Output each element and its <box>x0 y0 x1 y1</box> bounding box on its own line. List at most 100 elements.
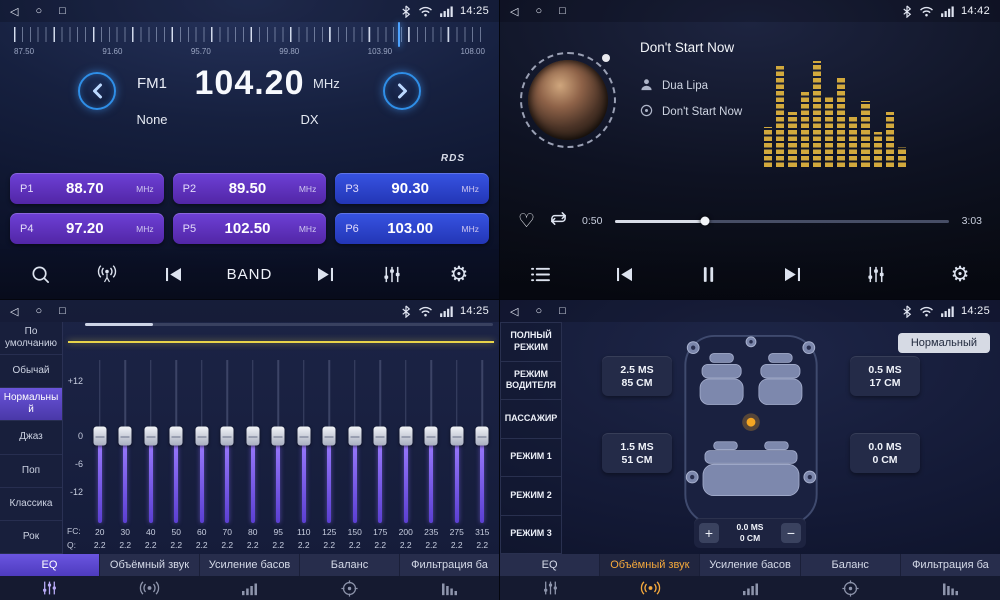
eq-band-slider[interactable] <box>470 358 496 525</box>
eq-slider-knob[interactable] <box>93 427 106 446</box>
sound-profile-button[interactable]: Нормальный <box>898 333 990 353</box>
preset-p5[interactable]: P5102.50MHz <box>173 213 327 244</box>
next-station-button[interactable] <box>313 267 339 282</box>
eq-band-slider[interactable] <box>189 358 215 525</box>
mode-1[interactable]: РЕЖИМ 1 <box>500 439 562 478</box>
tab-surround[interactable]: Объёмный звук <box>100 554 200 576</box>
balance-icon[interactable] <box>800 580 900 597</box>
nav-recents-icon[interactable]: □ <box>59 305 66 318</box>
nav-back-icon[interactable]: ◁ <box>510 305 518 318</box>
eq-band-slider[interactable] <box>419 358 445 525</box>
preset-p4[interactable]: P497.20MHz <box>10 213 164 244</box>
tab-surround[interactable]: Объёмный звук <box>600 554 700 576</box>
mode-driver[interactable]: РЕЖИМ ВОДИТЕЛЯ <box>500 362 562 401</box>
frequency-ruler[interactable]: 87.50 91.60 95.70 99.80 103.90 108.00 <box>14 27 485 61</box>
preset-p1[interactable]: P188.70MHz <box>10 173 164 204</box>
eq-horizontal-scrollbar[interactable] <box>85 323 493 326</box>
tab-filter[interactable]: Фильтрация ба <box>901 554 1000 576</box>
delay-decrease-button[interactable]: − <box>781 523 801 543</box>
eq-band-slider[interactable] <box>342 358 368 525</box>
mode-2[interactable]: РЕЖИМ 2 <box>500 477 562 516</box>
eq-sliders-icon[interactable] <box>0 580 100 596</box>
settings-gear-icon[interactable]: ⚙ <box>947 264 973 285</box>
eq-slider-knob[interactable] <box>348 427 361 446</box>
tab-bass-boost[interactable]: Усиление басов <box>700 554 800 576</box>
eq-slider-knob[interactable] <box>323 427 336 446</box>
tab-balance[interactable]: Баланс <box>300 554 400 576</box>
broadcast-antenna-icon[interactable] <box>94 264 120 284</box>
eq-band-slider[interactable] <box>113 358 139 525</box>
nav-home-icon[interactable]: ○ <box>535 5 542 18</box>
delay-front-left[interactable]: 2.5 MS 85 CM <box>602 356 672 396</box>
eq-slider-knob[interactable] <box>450 427 463 446</box>
eq-band-slider[interactable] <box>266 358 292 525</box>
settings-gear-icon[interactable]: ⚙ <box>446 264 472 285</box>
balance-icon[interactable] <box>299 580 399 597</box>
eq-slider-knob[interactable] <box>297 427 310 446</box>
preset-p6[interactable]: P6103.00MHz <box>335 213 489 244</box>
eq-sliders-icon[interactable] <box>379 265 405 284</box>
progress-bar[interactable] <box>615 220 948 223</box>
eq-slider-knob[interactable] <box>425 427 438 446</box>
delay-rear-left[interactable]: 1.5 MS 51 CM <box>602 433 672 473</box>
eq-preset-custom[interactable]: Обычай <box>0 355 62 388</box>
bass-boost-icon[interactable] <box>200 581 300 596</box>
eq-slider-knob[interactable] <box>399 427 412 446</box>
eq-band-slider[interactable] <box>444 358 470 525</box>
repeat-icon[interactable] <box>548 210 569 232</box>
eq-preset-jazz[interactable]: Джаз <box>0 421 62 454</box>
surround-icon[interactable] <box>600 581 700 595</box>
eq-band-slider[interactable] <box>138 358 164 525</box>
seek-scan-button[interactable] <box>27 264 53 285</box>
mode-full[interactable]: ПОЛНЫЙ РЕЖИМ <box>500 322 562 362</box>
band-button[interactable]: BAND <box>227 266 273 283</box>
eq-sliders-icon[interactable] <box>500 580 600 596</box>
eq-preset-default[interactable]: По умолчанию <box>0 322 62 355</box>
eq-slider-knob[interactable] <box>246 427 259 446</box>
eq-preset-classic[interactable]: Классика <box>0 488 62 521</box>
tune-down-button[interactable] <box>78 72 116 110</box>
delay-increase-button[interactable]: + <box>699 523 719 543</box>
delay-rear-right[interactable]: 0.0 MS 0 CM <box>850 433 920 473</box>
filter-icon[interactable] <box>900 581 1000 596</box>
eq-slider-knob[interactable] <box>195 427 208 446</box>
nav-home-icon[interactable]: ○ <box>35 5 42 18</box>
nav-back-icon[interactable]: ◁ <box>10 305 18 318</box>
nav-recents-icon[interactable]: □ <box>59 5 66 18</box>
eq-band-slider[interactable] <box>87 358 113 525</box>
tune-up-button[interactable] <box>383 72 421 110</box>
eq-sliders-icon[interactable] <box>863 265 889 284</box>
eq-slider-knob[interactable] <box>221 427 234 446</box>
eq-band-slider[interactable] <box>317 358 343 525</box>
eq-band-slider[interactable] <box>393 358 419 525</box>
nav-recents-icon[interactable]: □ <box>559 5 566 18</box>
tab-filter[interactable]: Фильтрация ба <box>400 554 499 576</box>
eq-slider-knob[interactable] <box>119 427 132 446</box>
filter-icon[interactable] <box>399 581 499 596</box>
tab-bass-boost[interactable]: Усиление басов <box>200 554 300 576</box>
favorite-heart-icon[interactable]: ♡ <box>518 212 535 231</box>
next-track-button[interactable] <box>779 267 805 282</box>
eq-slider-knob[interactable] <box>272 427 285 446</box>
delay-front-right[interactable]: 0.5 MS 17 CM <box>850 356 920 396</box>
eq-slider-knob[interactable] <box>170 427 183 446</box>
tab-balance[interactable]: Баланс <box>801 554 901 576</box>
nav-home-icon[interactable]: ○ <box>535 305 542 318</box>
nav-home-icon[interactable]: ○ <box>35 305 42 318</box>
eq-band-slider[interactable] <box>240 358 266 525</box>
bass-boost-icon[interactable] <box>700 581 800 596</box>
eq-band-slider[interactable] <box>164 358 190 525</box>
mode-passenger[interactable]: ПАССАЖИР <box>500 400 562 439</box>
eq-slider-knob[interactable] <box>476 427 489 446</box>
eq-preset-rock[interactable]: Рок <box>0 521 62 554</box>
eq-band-slider[interactable] <box>215 358 241 525</box>
frequency-pointer[interactable] <box>398 22 401 47</box>
surround-icon[interactable] <box>100 581 200 595</box>
previous-track-button[interactable] <box>611 267 637 282</box>
nav-recents-icon[interactable]: □ <box>559 305 566 318</box>
progress-knob[interactable] <box>701 217 710 226</box>
tab-eq[interactable]: EQ <box>0 554 100 576</box>
eq-preset-normal[interactable]: Нормальный <box>0 388 62 421</box>
eq-slider-knob[interactable] <box>144 427 157 446</box>
eq-preset-pop[interactable]: Поп <box>0 455 62 488</box>
